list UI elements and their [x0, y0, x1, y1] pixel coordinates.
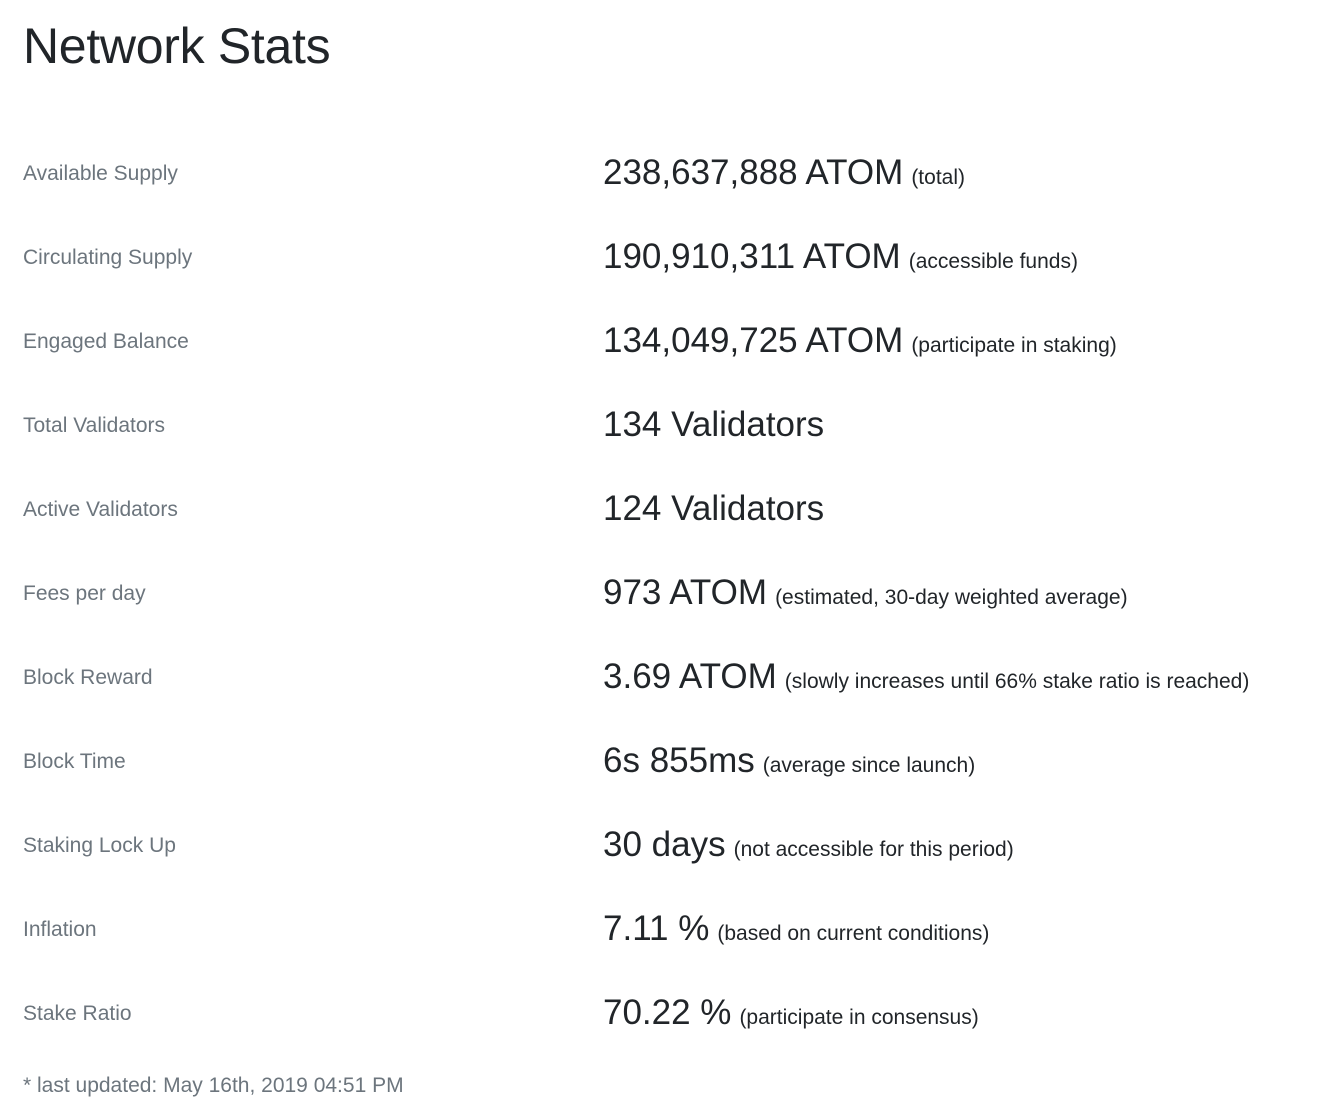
stat-row-circulating-supply: Circulating Supply 190,910,311 ATOM (acce… [0, 216, 1340, 300]
stat-row-staking-lock-up: Staking Lock Up 30 days (not accessible f… [0, 804, 1340, 888]
stat-label: Available Supply [23, 162, 178, 185]
stat-row-engaged-balance: Engaged Balance 134,049,725 ATOM (partici… [0, 300, 1340, 384]
stat-value: 238,637,888 ATOM [603, 153, 904, 192]
stat-row-total-validators: Total Validators 134 Validators [0, 384, 1340, 468]
stat-note: (average since launch) [762, 754, 976, 777]
stat-note: (slowly increases until 66% stake ratio … [784, 670, 1250, 693]
stat-value: 30 days [603, 825, 726, 864]
stat-value-group: 134,049,725 ATOM (participate in staking) [603, 320, 1117, 369]
stat-label: Total Validators [23, 414, 166, 437]
stat-note: (participate in consensus) [739, 1006, 979, 1029]
stat-value: 70.22 % [603, 993, 732, 1032]
stat-value-group: 134 Validators [603, 404, 824, 453]
stat-row-fees-per-day: Fees per day 973 ATOM (estimated, 30-day … [0, 552, 1340, 636]
stat-value: 7.11 % [603, 909, 710, 948]
stat-value-group: 30 days (not accessible for this period) [603, 824, 1014, 873]
stat-note: (not accessible for this period) [733, 838, 1014, 861]
stat-label: Circulating Supply [23, 246, 193, 269]
stat-note: (participate in staking) [911, 334, 1117, 357]
stat-value: 3.69 ATOM [603, 657, 777, 696]
stat-value-group: 190,910,311 ATOM (accessible funds) [603, 236, 1078, 285]
stat-row-active-validators: Active Validators 124 Validators [0, 468, 1340, 552]
stat-value-group: 7.11 % (based on current conditions) [603, 908, 989, 957]
stat-label: Inflation [23, 918, 97, 941]
stat-row-stake-ratio: Stake Ratio 70.22 % (participate in conse… [0, 972, 1340, 1056]
stat-value: 6s 855ms [603, 741, 755, 780]
stat-label: Engaged Balance [23, 330, 189, 353]
stat-label: Block Reward [23, 666, 153, 689]
stat-label: Staking Lock Up [23, 834, 176, 857]
stat-value: 973 ATOM [603, 573, 768, 612]
stat-note: (total) [911, 166, 965, 189]
stat-label: Stake Ratio [23, 1002, 132, 1025]
stat-label: Fees per day [23, 582, 146, 605]
stat-row-block-time: Block Time 6s 855ms (average since launch… [0, 720, 1340, 804]
stat-value: 124 Validators [603, 489, 825, 528]
stat-value-group: 973 ATOM (estimated, 30-day weighted aver… [603, 572, 1128, 621]
page-title: Network Stats [23, 18, 331, 74]
stat-note: (estimated, 30-day weighted average) [775, 586, 1128, 609]
stat-note: (accessible funds) [908, 250, 1078, 273]
stat-label: Active Validators [23, 498, 178, 521]
stat-row-inflation: Inflation 7.11 % (based on current condit… [0, 888, 1340, 972]
stat-note: (based on current conditions) [717, 922, 990, 945]
stat-row-available-supply: Available Supply 238,637,888 ATOM (total) [0, 132, 1340, 216]
last-updated-timestamp: * last updated: May 16th, 2019 04:51 PM [23, 1074, 404, 1097]
stat-value-group: 124 Validators [603, 488, 824, 537]
stat-value-group: 70.22 % (participate in consensus) [603, 992, 979, 1041]
stat-value-group: 3.69 ATOM (slowly increases until 66% sta… [603, 656, 1249, 705]
stat-value-group: 6s 855ms (average since launch) [603, 740, 975, 789]
stat-label: Block Time [23, 750, 126, 773]
stat-value: 134 Validators [603, 405, 825, 444]
stat-value: 134,049,725 ATOM [603, 321, 904, 360]
stat-value-group: 238,637,888 ATOM (total) [603, 152, 965, 201]
stat-value: 190,910,311 ATOM [603, 237, 901, 276]
stat-row-block-reward: Block Reward 3.69 ATOM (slowly increases … [0, 636, 1340, 720]
stats-list: Available Supply 238,637,888 ATOM (total)… [0, 132, 1340, 1056]
